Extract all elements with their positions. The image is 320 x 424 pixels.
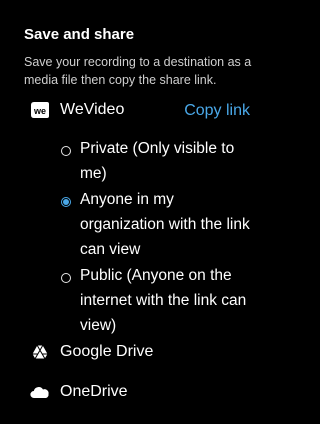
wevideo-logo-icon: we: [30, 101, 50, 119]
radio-public[interactable]: [61, 273, 71, 283]
radio-label-organization: Anyone in my organization with the link …: [80, 191, 250, 258]
radio-organization[interactable]: [61, 197, 71, 207]
svg-text:we: we: [33, 106, 46, 116]
google-drive-icon: [30, 343, 50, 361]
radio-label-public: Public (Anyone on the internet with the …: [80, 267, 247, 334]
section-title: Save and share: [24, 26, 135, 43]
wevideo-destination[interactable]: we WeVideo: [30, 101, 124, 119]
section-description: Save your recording to a destination as …: [24, 55, 252, 87]
radio-option-private[interactable]: Private (Only visible to me): [61, 140, 261, 186]
google-drive-label: Google Drive: [60, 343, 154, 360]
onedrive-destination[interactable]: OneDrive: [30, 383, 128, 401]
radio-private[interactable]: [61, 146, 71, 156]
save-and-share-panel: Save and share Save your recording to a …: [0, 0, 278, 424]
radio-selected-dot: [63, 199, 69, 205]
onedrive-icon: [30, 383, 50, 401]
radio-label-private: Private (Only visible to me): [80, 140, 235, 182]
wevideo-label: WeVideo: [60, 101, 125, 118]
radio-option-organization[interactable]: Anyone in my organization with the link …: [61, 191, 261, 262]
copy-link-button[interactable]: Copy link: [184, 102, 250, 120]
onedrive-label: OneDrive: [60, 383, 128, 400]
radio-option-public[interactable]: Public (Anyone on the internet with the …: [61, 267, 261, 338]
google-drive-destination[interactable]: Google Drive: [30, 343, 153, 361]
